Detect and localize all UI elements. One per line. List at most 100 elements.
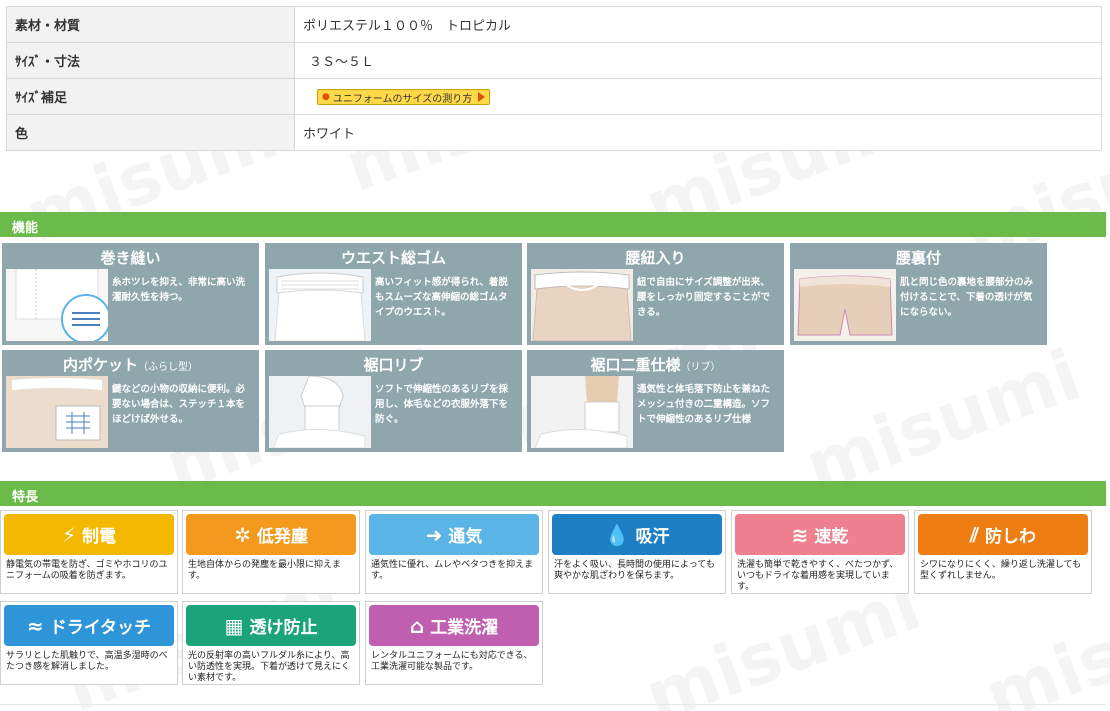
function-title-note: （リブ）: [680, 362, 721, 373]
spec-key: 素材・材質: [6, 6, 295, 43]
function-desc: 肌と同じ色の裏地を腰部分のみ付けることで、下着の透けが気にならない。: [900, 277, 1034, 318]
function-card: 裾口二重仕様（リブ） 通気性と体毛落下防止を兼ねたメッシュ付きの二重構造。ソフト…: [527, 350, 784, 452]
pocket-image: [6, 376, 108, 448]
rib-image: [269, 376, 371, 448]
feature-desc: サラリとした肌触りで、高温多湿時のべたつき感を解消しました。: [6, 651, 168, 672]
function-desc: 鍵などの小物の収納に便利。必要ない場合は、ステッチ１本をほどけば外せる。: [112, 384, 246, 425]
bullet-icon: ●: [322, 92, 330, 102]
function-card: ウエスト総ゴム 高いフィット感が得られ、着脱もスムーズな高伸縮の総ゴムタイプのウ…: [265, 243, 522, 345]
spec-value: ● ユニフォームのサイズの測り方: [294, 78, 1102, 115]
feature-head: 💧 吸汗: [552, 514, 722, 555]
function-grid: 巻き縫い 糸ホツレを抑え、非常に高い洗濯耐久性を持つ。 ウエスト総ゴム 高いフィ…: [2, 243, 1052, 455]
dust-icon: ✲: [234, 522, 251, 547]
feature-card: ➜ 通気 通気性に優れ、ムレやベタつきを抑えます。: [365, 510, 543, 594]
feature-label: 防しわ: [984, 527, 1036, 547]
quick-dry-icon: ≋: [791, 522, 809, 547]
stitch-image: [6, 269, 108, 341]
feature-head: ≋ 速乾: [735, 514, 905, 555]
feature-desc: 汗をよく吸い、長時間の使用によっても爽やかな肌ざわりを保ちます。: [554, 560, 715, 581]
feature-card: ▦ 透け防止 光の反射率の高いフルダル糸により、高い防透性を実現。下着が透けて見え…: [182, 601, 360, 685]
air-icon: ➜: [425, 522, 443, 547]
feature-desc: 光の反射率の高いフルダル糸により、高い防透性を実現。下着が透けて見えにくい素材で…: [188, 651, 350, 683]
function-card: 腰裏付 肌と同じ色の裏地を腰部分のみ付けることで、下着の透けが気にならない。: [790, 243, 1047, 345]
feature-label: 速乾: [814, 527, 849, 547]
section-header-features: 特長: [0, 481, 1106, 506]
lining-image: [794, 269, 896, 341]
spec-row: 素材・材質 ポリエステル１００％ トロピカル: [6, 6, 1102, 43]
feature-desc: 生地自体からの発塵を最小限に抑えます。: [188, 560, 342, 581]
spec-row: ｻｲｽﾞ・寸法 ３Ｓ～５Ｌ: [6, 42, 1102, 79]
feature-head: ✲ 低発塵: [186, 514, 356, 555]
function-card: 裾口リブ ソフトで伸縮性のあるリブを採用し、体毛などの衣服外落下を防ぐ。: [265, 350, 522, 452]
feature-card: ✲ 低発塵 生地自体からの発塵を最小限に抑えます。: [182, 510, 360, 594]
function-desc: 通気性と体毛落下防止を兼ねたメッシュ付きの二重構造。ソフトで伸縮性のあるリブ仕様: [637, 384, 771, 425]
drop-icon: 💧: [604, 522, 630, 547]
spec-row: 色 ホワイト: [6, 114, 1102, 151]
hanger-icon: ⌂: [409, 613, 425, 638]
lightning-icon: ⚡: [61, 522, 77, 547]
double-rib-image: [531, 376, 633, 448]
feature-card: ⚡ 制電 静電気の帯電を防ぎ、ゴミやホコリのユニフォームの吸着を防ぎます。: [0, 510, 178, 594]
size-guide-label: ユニフォームのサイズの測り方: [332, 93, 473, 105]
spec-value: ポリエステル１００％ トロピカル: [294, 6, 1102, 43]
spec-key: ｻｲｽﾞ補足: [6, 78, 295, 115]
feature-card: ⫽ 防しわ シワになりにくく、繰り返し洗濯しても型くずれしません。: [914, 510, 1092, 594]
spec-table: 素材・材質 ポリエステル１００％ トロピカル ｻｲｽﾞ・寸法 ３Ｓ～５Ｌ ｻｲｽ…: [6, 6, 1102, 151]
feature-desc: シワになりにくく、繰り返し洗濯しても型くずれしません。: [920, 560, 1082, 581]
spec-key: 色: [6, 114, 295, 151]
see-through-icon: ▦: [224, 613, 244, 638]
feature-label: 通気: [448, 527, 483, 547]
size-guide-link[interactable]: ● ユニフォームのサイズの測り方: [317, 89, 491, 105]
arrow-right-icon: [478, 92, 486, 102]
feature-card: ⌂ 工業洗濯 レンタルユニフォームにも対応できる、工業洗濯可能な製品です。: [365, 601, 543, 685]
function-title: 腰紐入り: [625, 249, 686, 267]
feature-card: 💧 吸汗 汗をよく吸い、長時間の使用によっても爽やかな肌ざわりを保ちます。: [548, 510, 726, 594]
feature-head: ⚡ 制電: [4, 514, 174, 555]
feature-desc: レンタルユニフォームにも対応できる、工業洗濯可能な製品です。: [371, 651, 533, 672]
feature-desc: 静電気の帯電を防ぎ、ゴミやホコリのユニフォームの吸着を防ぎます。: [6, 560, 168, 581]
function-title: 裾口二重仕様（リブ）: [527, 354, 784, 375]
function-desc: 紐で自由にサイズ調整が出来、腰をしっかり固定することができる。: [637, 277, 771, 318]
string-image: [531, 269, 633, 341]
spec-value: ホワイト: [294, 114, 1102, 151]
function-card: 内ポケット（ふらし型） 鍵などの小物の収納に便利。必要ない場合は、ステッチ１本を…: [2, 350, 259, 452]
dry-touch-icon: ≈: [26, 613, 44, 638]
feature-card: ≈ ドライタッチ サラリとした肌触りで、高温多湿時のべたつき感を解消しました。: [0, 601, 178, 685]
function-desc: ソフトで伸縮性のあるリブを採用し、体毛などの衣服外落下を防ぐ。: [375, 384, 509, 425]
feature-desc: 洗濯も簡単で乾きやすく、べたつかず、いつもドライな着用感を実現しています。: [737, 560, 899, 592]
function-desc: 高いフィット感が得られ、着脱もスムーズな高伸縮の総ゴムタイプのウエスト。: [375, 277, 508, 318]
feature-label: ドライタッチ: [49, 618, 152, 638]
function-card: 巻き縫い 糸ホツレを抑え、非常に高い洗濯耐久性を持つ。: [2, 243, 259, 345]
spec-key: ｻｲｽﾞ・寸法: [6, 42, 295, 79]
function-title-note: （ふらし型）: [138, 362, 198, 373]
feature-label: 工業洗濯: [430, 618, 499, 638]
feature-card: ≋ 速乾 洗濯も簡単で乾きやすく、べたつかず、いつもドライな着用感を実現しています…: [731, 510, 909, 594]
spec-value: ３Ｓ～５Ｌ: [294, 42, 1102, 79]
feature-label: 制電: [82, 527, 117, 547]
wrinkle-icon: ⫽: [970, 522, 979, 547]
waist-image: [269, 269, 371, 341]
feature-label: 低発塵: [256, 527, 308, 547]
divider: [0, 704, 1106, 705]
function-desc: 糸ホツレを抑え、非常に高い洗濯耐久性を持つ。: [112, 277, 246, 303]
function-title: ウエスト総ゴム: [340, 249, 446, 267]
feature-label: 透け防止: [249, 618, 318, 638]
function-title: 腰裏付: [895, 249, 941, 267]
spec-row: ｻｲｽﾞ補足 ● ユニフォームのサイズの測り方: [6, 78, 1102, 115]
feature-head: ≈ ドライタッチ: [4, 605, 174, 646]
function-title: 巻き縫い: [100, 249, 161, 267]
feature-head: ⌂ 工業洗濯: [369, 605, 539, 646]
feature-grid: ⚡ 制電 静電気の帯電を防ぎ、ゴミやホコリのユニフォームの吸着を防ぎます。 ✲ 低発…: [0, 510, 1095, 686]
function-title: 裾口リブ: [363, 356, 424, 374]
function-title-text: 内ポケット: [62, 356, 138, 374]
function-title: 内ポケット（ふらし型）: [2, 354, 259, 375]
feature-head: ➜ 通気: [369, 514, 539, 555]
function-title-text: 裾口二重仕様: [590, 356, 681, 374]
feature-head: ▦ 透け防止: [186, 605, 356, 646]
spec-value-text: ３Ｓ～５Ｌ: [309, 55, 375, 70]
function-card: 腰紐入り 紐で自由にサイズ調整が出来、腰をしっかり固定することができる。: [527, 243, 784, 345]
section-header-function: 機能: [0, 212, 1106, 237]
feature-label: 吸汗: [635, 527, 670, 547]
feature-desc: 通気性に優れ、ムレやベタつきを抑えます。: [371, 560, 534, 581]
feature-head: ⫽ 防しわ: [918, 514, 1088, 555]
